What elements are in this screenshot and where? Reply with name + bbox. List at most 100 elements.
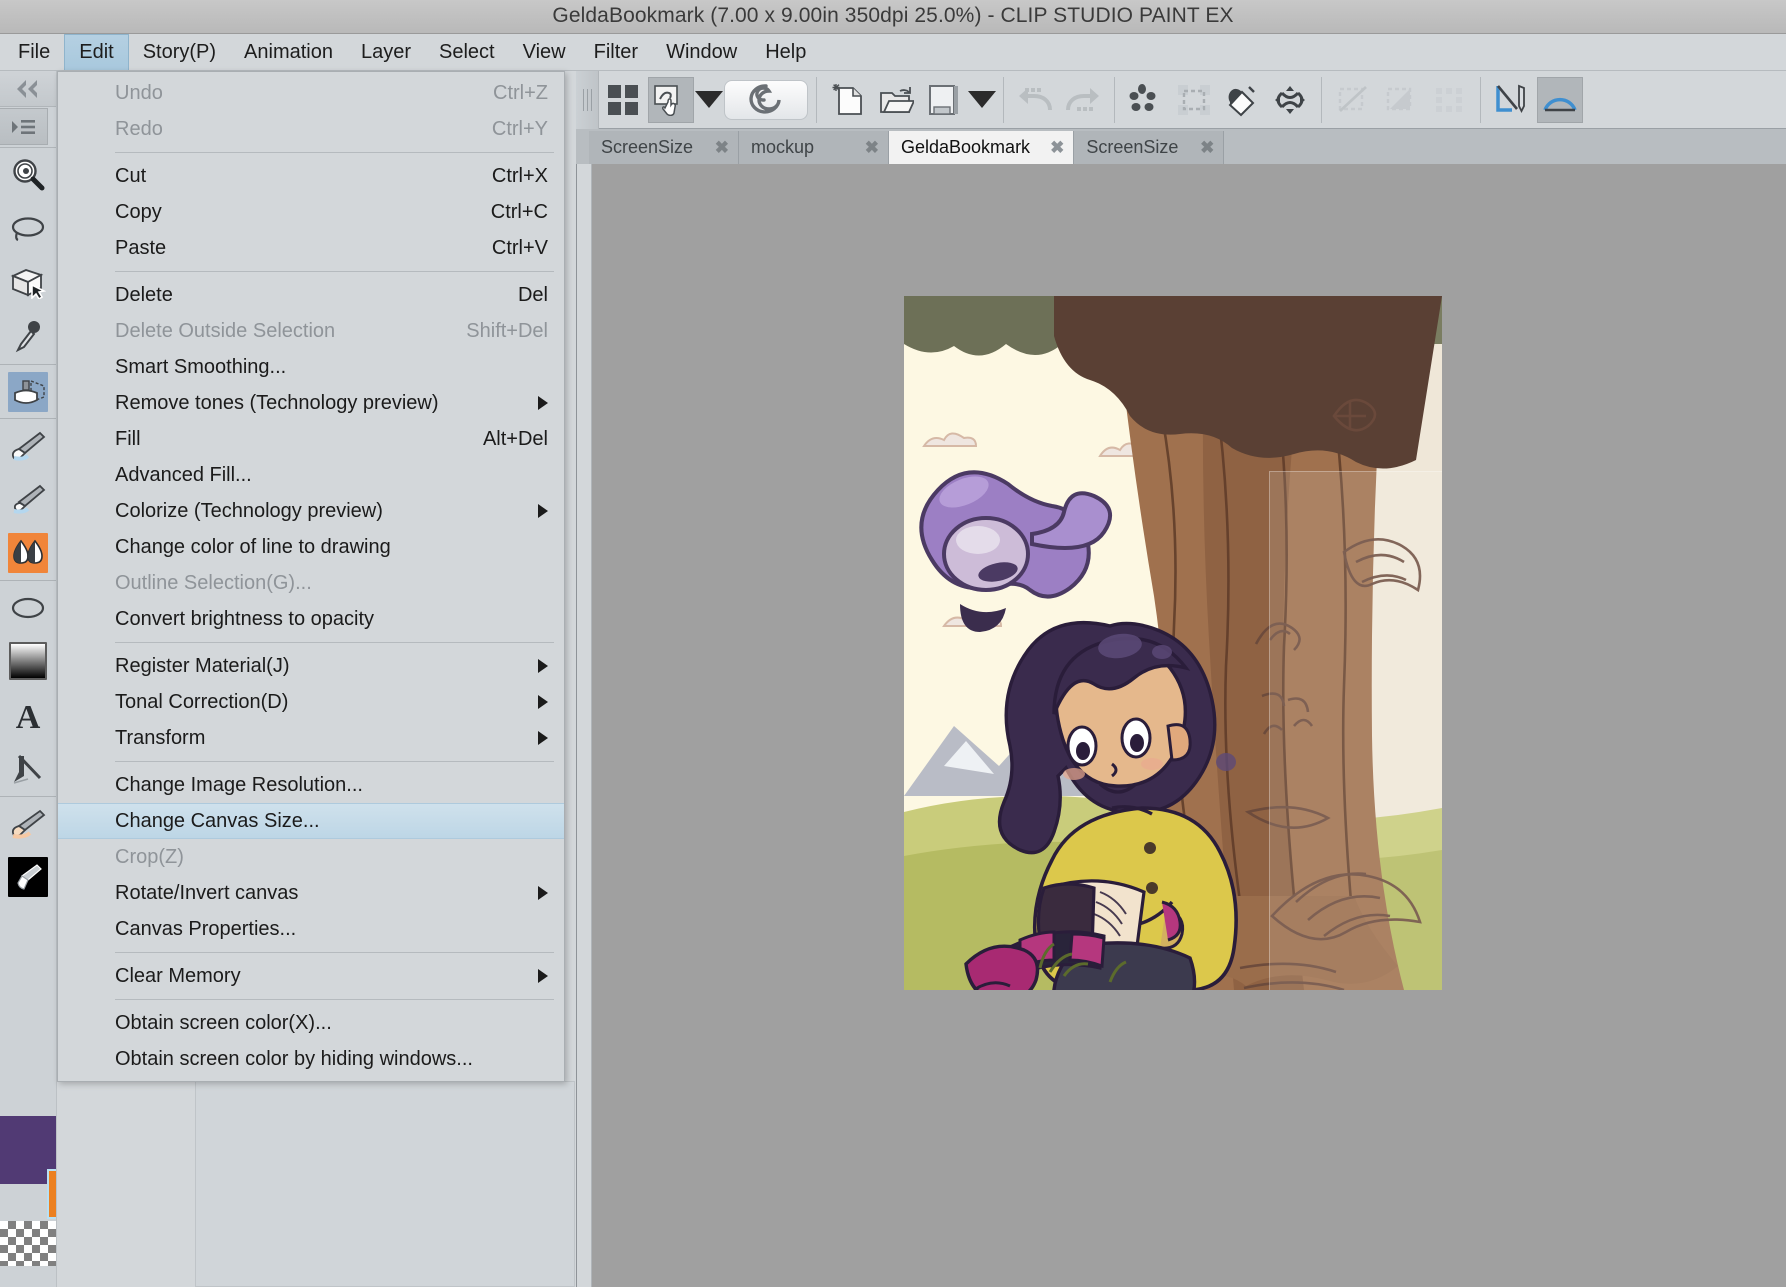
menu-item-advanced-fill[interactable]: Advanced Fill... — [58, 457, 564, 493]
tool-ruler-tool[interactable] — [0, 742, 56, 796]
cmdbtn-curve-ruler[interactable] — [1537, 76, 1583, 123]
command-bar-separator — [1114, 76, 1115, 123]
menubar-item-label: View — [522, 40, 566, 63]
object-cube-icon — [8, 263, 48, 303]
cmdbtn-redo[interactable] — [1060, 77, 1106, 123]
correct-line-icon — [8, 857, 48, 897]
cmdbtn-undo[interactable] — [1012, 77, 1058, 123]
tool-gradient[interactable] — [0, 634, 56, 688]
canvas-area[interactable] — [576, 164, 1786, 1287]
close-icon[interactable]: ✖ — [715, 138, 729, 158]
tool-eraser[interactable] — [0, 796, 56, 850]
menu-item-tonal-correction-d[interactable]: Tonal Correction(D) — [58, 684, 564, 720]
tool-object-cube[interactable] — [0, 256, 56, 310]
command-bar — [576, 70, 1786, 129]
menu-item-delete[interactable]: Delete Del — [58, 277, 564, 313]
menu-item-fill[interactable]: Fill Alt+Del — [58, 421, 564, 457]
new-document-icon — [832, 83, 862, 115]
menu-item-obtain-screen-color-x[interactable]: Obtain screen color(X)... — [58, 1005, 564, 1041]
cmdbtn-clip-studio[interactable] — [724, 79, 808, 120]
menubar-item-label: Filter — [593, 40, 639, 63]
menu-item-clear-memory[interactable]: Clear Memory — [58, 958, 564, 994]
menu-item-shortcut: Ctrl+X — [491, 164, 548, 187]
document-tab[interactable]: ScreenSize ✖ — [1074, 131, 1225, 164]
tool-pen-brush[interactable] — [0, 418, 56, 472]
document-tab[interactable]: GeldaBookmark ✖ — [889, 131, 1075, 164]
cmdbtn-deselect[interactable] — [1171, 77, 1217, 123]
menu-item-cut[interactable]: Cut Ctrl+X — [58, 158, 564, 194]
menu-item-rotate-invert-canvas[interactable]: Rotate/Invert canvas — [58, 875, 564, 911]
menu-item-change-color-of-line-to-drawing[interactable]: Change color of line to drawing — [58, 529, 564, 565]
ruler-tool-icon — [8, 749, 48, 789]
menu-item-label: Register Material(J) — [115, 654, 290, 677]
menubar-item-select[interactable]: Select — [425, 34, 509, 70]
menubar-item-file[interactable]: File — [4, 34, 64, 70]
cmdbtn-open-file[interactable] — [873, 77, 919, 123]
cmdbtn-fill-bucket[interactable] — [1219, 77, 1265, 123]
command-bar-drag-handle[interactable] — [576, 70, 599, 129]
tool-pencil-brush[interactable] — [0, 472, 56, 526]
tool-zoom-magnifier[interactable] — [0, 148, 56, 202]
tool-text-tool[interactable]: A — [0, 688, 56, 742]
artboard[interactable] — [904, 296, 1442, 990]
cmdbtn-expand-selection[interactable] — [1426, 77, 1472, 123]
menu-item-obtain-screen-color-by-hiding-windows[interactable]: Obtain screen color by hiding windows... — [58, 1041, 564, 1077]
palette-list-tab[interactable] — [0, 108, 48, 145]
cmdbtn-save[interactable] — [921, 77, 967, 123]
menubar-item-window[interactable]: Window — [652, 34, 751, 70]
menubar-item-layer[interactable]: Layer — [347, 34, 425, 70]
chevron-down-icon — [695, 91, 723, 108]
menubar-item-view[interactable]: View — [509, 34, 580, 70]
cmdbtn-grid-four-squares[interactable] — [600, 77, 646, 123]
close-icon[interactable]: ✖ — [1200, 138, 1214, 158]
cmdbtn-quick-access-hand[interactable] — [648, 76, 694, 123]
menu-bar: File Edit Story(P) Animation Layer Select View… — [0, 34, 1786, 71]
tool-correct-line[interactable] — [0, 850, 56, 904]
cmdbtn-ruler-pen[interactable] — [1489, 77, 1535, 123]
menu-item-transform[interactable]: Transform — [58, 720, 564, 756]
menu-item-label: Copy — [115, 200, 162, 223]
menubar-item-help[interactable]: Help — [751, 34, 820, 70]
cmdbtn-quick-access-dropdown[interactable] — [695, 77, 723, 123]
tool-eyedropper[interactable] — [0, 310, 56, 364]
submenu-arrow-icon — [538, 969, 548, 983]
menu-item-colorize-technology-preview[interactable]: Colorize (Technology preview) — [58, 493, 564, 529]
grip-lines-icon — [582, 88, 592, 111]
menu-item-copy[interactable]: Copy Ctrl+C — [58, 194, 564, 230]
menu-item-change-image-resolution[interactable]: Change Image Resolution... — [58, 767, 564, 803]
menubar-item-filter[interactable]: Filter — [580, 34, 652, 70]
document-tab[interactable]: mockup ✖ — [739, 131, 889, 164]
cmdbtn-select-all[interactable] — [1123, 77, 1169, 123]
cmdbtn-new-document[interactable] — [825, 77, 871, 123]
svg-text:A: A — [16, 699, 41, 732]
menu-item-convert-brightness-to-opacity[interactable]: Convert brightness to opacity — [58, 601, 564, 637]
document-tab[interactable]: ScreenSize ✖ — [589, 131, 739, 164]
double-chevron-left-icon — [17, 79, 37, 98]
menu-item-label: Change color of line to drawing — [115, 535, 391, 558]
menu-item-canvas-properties[interactable]: Canvas Properties... — [58, 911, 564, 947]
menu-item-change-canvas-size[interactable]: Change Canvas Size... — [58, 803, 564, 839]
cmdbtn-transform[interactable] — [1267, 77, 1313, 123]
menubar-item-animation[interactable]: Animation — [230, 34, 347, 70]
close-icon[interactable]: ✖ — [865, 138, 879, 158]
tool-lasso-ellipse[interactable] — [0, 202, 56, 256]
dock-collapse-button[interactable] — [0, 71, 56, 107]
tool-blend-water[interactable] — [0, 526, 56, 580]
menu-item-remove-tones-technology-preview[interactable]: Remove tones (Technology preview) — [58, 385, 564, 421]
menu-separator — [115, 642, 554, 643]
command-bar-separator — [1480, 76, 1481, 123]
menu-item-label: Convert brightness to opacity — [115, 607, 375, 630]
cmdbtn-save-dropdown[interactable] — [968, 77, 996, 123]
cmdbtn-clear-selection[interactable] — [1330, 77, 1376, 123]
menu-item-paste[interactable]: Paste Ctrl+V — [58, 230, 564, 266]
menu-item-label: Fill — [115, 427, 141, 450]
cmdbtn-fill-selection[interactable] — [1378, 77, 1424, 123]
tool-airbrush[interactable] — [0, 364, 56, 418]
tool-ellipse-shape[interactable] — [0, 580, 56, 634]
menu-item-label: Remove tones (Technology preview) — [115, 391, 439, 414]
menubar-item-story-p[interactable]: Story(P) — [129, 34, 230, 70]
menubar-item-edit[interactable]: Edit — [64, 34, 129, 70]
menu-item-smart-smoothing[interactable]: Smart Smoothing... — [58, 349, 564, 385]
menu-item-register-material-j[interactable]: Register Material(J) — [58, 648, 564, 684]
close-icon[interactable]: ✖ — [1050, 138, 1064, 158]
